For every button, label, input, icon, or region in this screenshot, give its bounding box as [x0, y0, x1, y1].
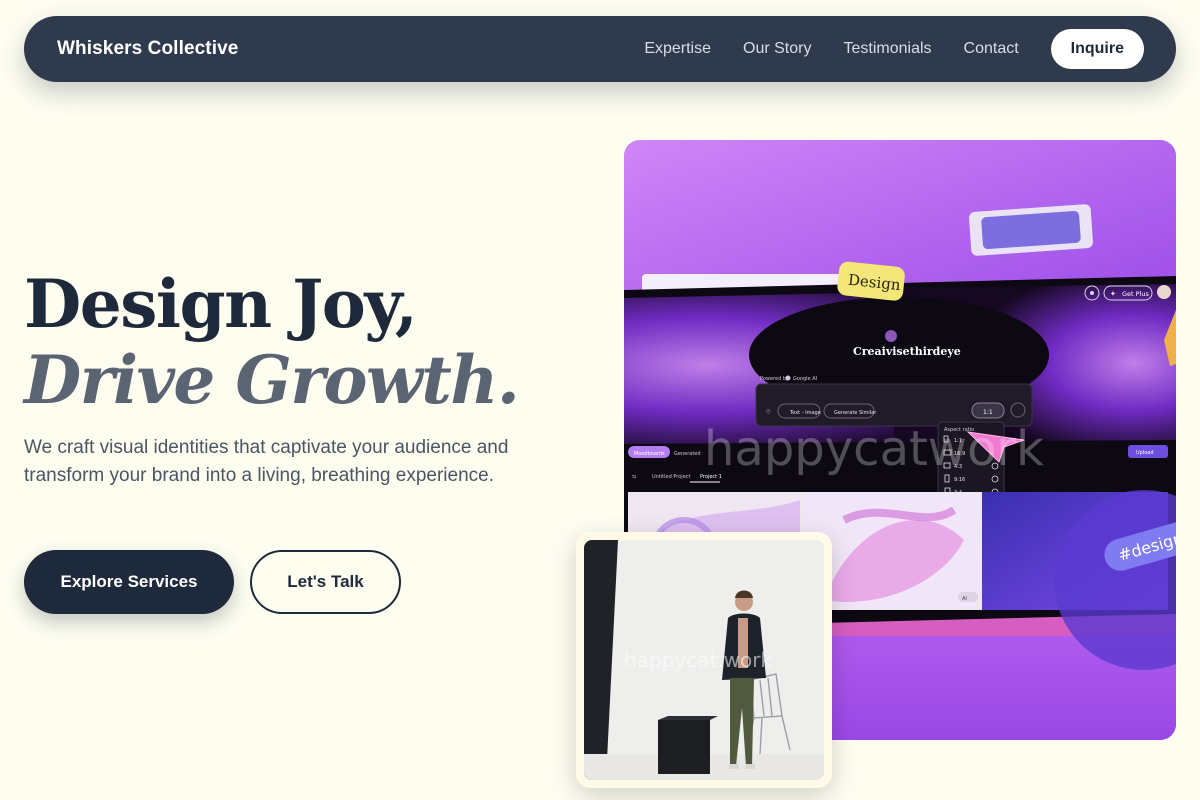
- hero-title-line1: Design Joy,: [24, 265, 418, 343]
- svg-text:✦: ✦: [1110, 290, 1116, 298]
- svg-text:Google AI: Google AI: [793, 376, 817, 382]
- svg-text:Moodboards: Moodboards: [634, 451, 665, 457]
- svg-text:Text - Image: Text - Image: [789, 410, 821, 416]
- model-photo-card: happycat.work: [576, 532, 832, 788]
- app-logo-text: Creaivisethirdeye: [853, 345, 961, 358]
- nav-link-expertise[interactable]: Expertise: [644, 40, 711, 58]
- svg-text:9:16: 9:16: [954, 477, 965, 483]
- nav-links: Expertise Our Story Testimonials Contact: [644, 40, 1018, 58]
- nav-link-contact[interactable]: Contact: [964, 40, 1019, 58]
- floating-card-decoration: [969, 204, 1093, 256]
- svg-text:Powered by: Powered by: [760, 376, 789, 382]
- svg-text:⌾: ⌾: [766, 407, 771, 416]
- svg-text:Upload: Upload: [1136, 450, 1154, 456]
- top-nav: Whiskers Collective Expertise Our Story …: [24, 16, 1176, 82]
- hero-subtitle: We craft visual identities that captivat…: [24, 437, 509, 486]
- svg-text:Untitled Project: Untitled Project: [652, 474, 691, 480]
- watermark-text: happycatwork: [704, 421, 1044, 477]
- photo-watermark: happycat.work: [624, 648, 773, 672]
- nav-link-our-story[interactable]: Our Story: [743, 40, 811, 58]
- lets-talk-button[interactable]: Let's Talk: [250, 550, 401, 614]
- get-plus-label: Get Plus: [1122, 290, 1149, 298]
- svg-text:⇆: ⇆: [632, 474, 636, 480]
- nav-link-testimonials[interactable]: Testimonials: [843, 40, 931, 58]
- svg-text:Generated: Generated: [674, 451, 701, 457]
- model-photo: happycat.work: [584, 540, 824, 780]
- hero-title: Design Joy, Drive Growth.: [24, 265, 520, 419]
- inquire-button[interactable]: Inquire: [1050, 29, 1144, 69]
- hero-title-line2: Drive Growth.: [24, 341, 520, 419]
- design-sticker: Design: [837, 261, 905, 301]
- explore-services-button[interactable]: Explore Services: [24, 550, 234, 614]
- svg-text:Generate Similar: Generate Similar: [834, 410, 877, 416]
- brand-logo[interactable]: Whiskers Collective: [57, 38, 238, 60]
- svg-text:1:1: 1:1: [983, 409, 993, 416]
- svg-text:AI: AI: [962, 596, 967, 602]
